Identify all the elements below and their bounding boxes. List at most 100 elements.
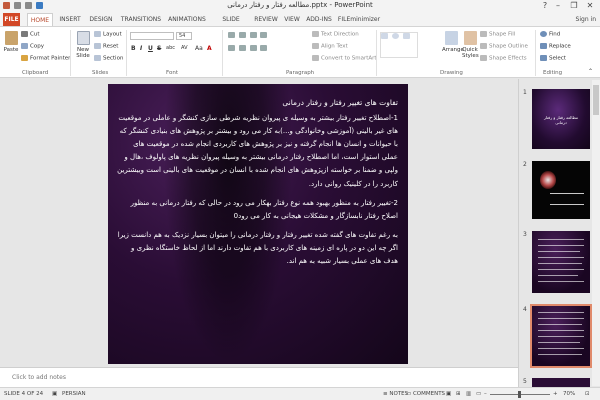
increase-indent-icon[interactable] [260, 32, 268, 38]
thumb-text-line [538, 275, 578, 276]
quick-styles-button[interactable]: Quick Styles [462, 31, 479, 59]
zoom-slider-knob[interactable] [518, 391, 521, 398]
char-spacing-button[interactable]: AV [181, 45, 188, 51]
app-icon[interactable] [3, 2, 10, 9]
align-row [228, 45, 269, 52]
replace-label: Replace [549, 43, 571, 50]
scrollbar-thumb[interactable] [593, 85, 599, 115]
shadow-button[interactable]: abc [166, 45, 175, 51]
font-name-box[interactable] [130, 32, 174, 40]
notes-button[interactable]: ≡ NOTES [383, 391, 408, 397]
bullets-icon[interactable] [228, 32, 235, 38]
redo-icon[interactable] [36, 2, 43, 9]
slide-thumbnail-4[interactable] [530, 304, 592, 368]
thumb-text-line [538, 342, 580, 343]
fit-slide-icon[interactable]: ⊡ [585, 391, 590, 397]
collapse-ribbon-icon[interactable]: ⌃ [588, 68, 593, 75]
reset-label: Reset [103, 43, 119, 50]
bold-button[interactable]: B [131, 45, 136, 52]
paste-icon [4, 31, 18, 45]
zoom-in-button[interactable]: + [553, 391, 558, 397]
slideshow-icon[interactable]: ▭ [476, 391, 481, 397]
slide-sorter-icon[interactable]: ⊞ [456, 391, 461, 397]
tab-design[interactable]: DESIGN [87, 13, 115, 26]
tab-animations[interactable]: ANIMATIONS [166, 13, 208, 26]
language-indicator[interactable]: PERSIAN [62, 391, 86, 397]
copy-button[interactable]: Copy [21, 43, 44, 50]
copy-icon [21, 43, 28, 49]
tab-add-ins[interactable]: ADD-INS [305, 13, 333, 26]
decrease-indent-icon[interactable] [249, 32, 257, 38]
normal-view-icon[interactable]: ▣ [446, 391, 451, 397]
sign-in-link[interactable]: Sign in [576, 13, 596, 26]
font-color-button[interactable]: A [207, 45, 212, 52]
shape-outline-label: Shape Outline [489, 43, 528, 50]
save-icon[interactable] [14, 2, 21, 9]
slide-editing-area[interactable]: تفاوت های تغییر رفتار و رفتار درمانی 1-ا… [0, 79, 518, 367]
slide-thumbnail-2[interactable] [532, 161, 590, 219]
thumb-text-line [538, 245, 584, 246]
comments-button[interactable]: ▭ COMMENTS [406, 391, 445, 397]
undo-icon[interactable] [25, 2, 32, 9]
rectangle-shape-icon [381, 33, 388, 39]
cut-button[interactable]: Cut [21, 31, 39, 38]
font-size-box[interactable]: 54 [176, 32, 192, 40]
format-painter-button[interactable]: Format Painter [21, 55, 70, 62]
tab-slide-show[interactable]: SLIDE SHOW [212, 13, 250, 36]
find-label: Find [549, 31, 561, 38]
shape-effects-button[interactable]: Shape Effects [480, 55, 527, 62]
smartart-button[interactable]: Convert to SmartArt [312, 55, 377, 62]
restore-button[interactable]: ❐ [566, 0, 582, 12]
zoom-out-button[interactable]: – [484, 391, 487, 397]
help-button[interactable]: ? [540, 0, 550, 12]
notes-placeholder[interactable]: Click to add notes [12, 374, 66, 381]
numbering-icon[interactable] [238, 32, 246, 38]
reset-button[interactable]: Reset [94, 43, 118, 50]
comment-icon: ▭ [406, 391, 413, 397]
tab-view[interactable]: VIEW [282, 13, 302, 26]
find-button[interactable]: Find [540, 31, 560, 38]
underline-button[interactable]: U [148, 45, 153, 52]
zoom-level[interactable]: 70% [563, 391, 575, 397]
tab-review[interactable]: REVIEW [253, 13, 279, 26]
justify-icon[interactable] [260, 45, 268, 51]
thumbnails-scrollbar[interactable] [592, 80, 600, 386]
paint-bucket-icon [480, 31, 487, 37]
italic-button[interactable]: I [140, 45, 142, 52]
notes-pane[interactable]: Click to add notes [0, 367, 518, 387]
select-button[interactable]: Select [540, 55, 566, 62]
arrange-button[interactable]: Arrange [442, 31, 464, 53]
new-slide-button[interactable]: New Slide [74, 31, 92, 59]
strikethrough-button[interactable]: S [157, 45, 161, 52]
align-center-icon[interactable] [238, 45, 246, 51]
tab-transitions[interactable]: TRANSITIONS [119, 13, 163, 26]
close-button[interactable]: ✕ [582, 0, 598, 12]
paste-button[interactable]: Paste [3, 31, 19, 53]
thumb-number: 5 [523, 378, 527, 385]
align-right-icon[interactable] [249, 45, 257, 51]
shape-fill-button[interactable]: Shape Fill [480, 31, 515, 38]
section-button[interactable]: Section [94, 55, 123, 62]
thumb-text-line [538, 348, 584, 349]
reset-icon [94, 43, 101, 49]
spellcheck-icon[interactable]: ▣ [52, 391, 57, 397]
tab-fileminimizer[interactable]: FILEminimizer [337, 13, 381, 26]
slide-thumbnail-3[interactable] [532, 231, 590, 293]
align-left-icon[interactable] [228, 45, 235, 51]
text-direction-button[interactable]: Text Direction [312, 31, 359, 38]
tab-insert[interactable]: INSERT [57, 13, 83, 26]
tab-home[interactable]: HOME [27, 13, 53, 26]
shapes-gallery[interactable] [380, 32, 418, 58]
reading-view-icon[interactable]: ▥ [466, 391, 471, 397]
align-text-button[interactable]: Align Text [312, 43, 348, 50]
change-case-button[interactable]: Aa [195, 45, 203, 52]
thumb-number: 4 [523, 306, 527, 313]
current-slide[interactable]: تفاوت های تغییر رفتار و رفتار درمانی 1-ا… [108, 84, 408, 364]
minimize-button[interactable]: – [550, 0, 566, 12]
slide-content-textbox[interactable]: تفاوت های تغییر رفتار و رفتار درمانی 1-ا… [116, 96, 398, 268]
layout-button[interactable]: Layout [94, 31, 122, 38]
replace-button[interactable]: Replace [540, 43, 571, 50]
tab-file[interactable]: FILE [3, 13, 20, 26]
slide-thumbnail-1[interactable]: مطالعه رفتار و رفتار درمانی [532, 89, 590, 149]
shape-outline-button[interactable]: Shape Outline [480, 43, 528, 50]
